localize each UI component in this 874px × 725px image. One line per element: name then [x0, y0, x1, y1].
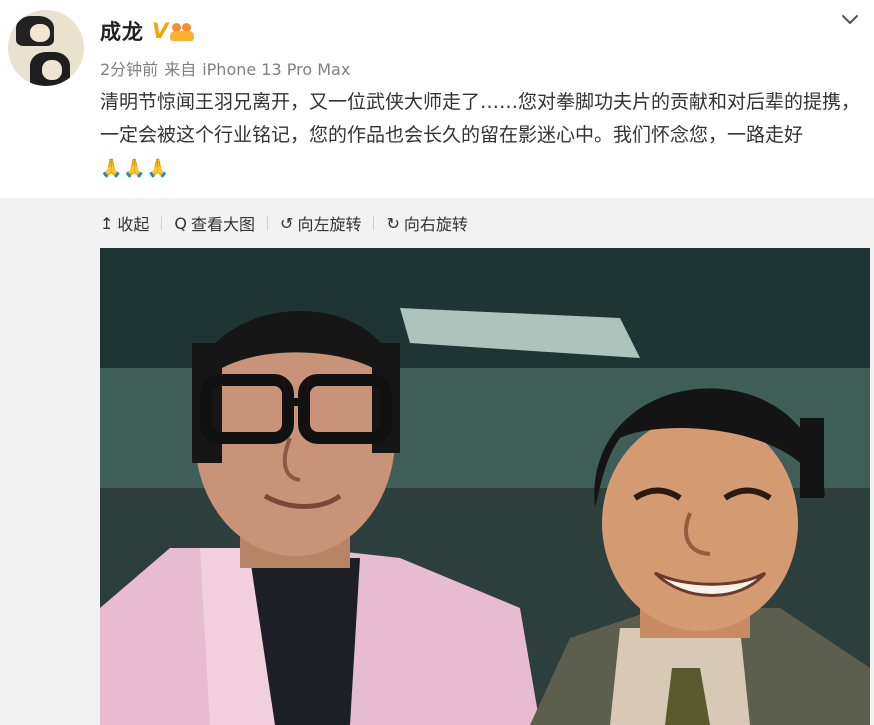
avatar[interactable]: [8, 10, 84, 86]
toolbar-divider: [161, 216, 163, 230]
toolbar-divider: [267, 216, 269, 230]
post-time[interactable]: 2分钟前: [100, 60, 158, 79]
post-text-body: 清明节惊闻王羽兄离开，又一位武侠大师走了……您对拳脚功夫片的贡献和对后辈的提携，…: [100, 91, 861, 146]
toolbar-divider: [373, 216, 375, 230]
rotate-right-label: 向右旋转: [403, 215, 468, 234]
post-device: iPhone 13 Pro Max: [202, 60, 351, 79]
rotate-left-label: 向左旋转: [297, 215, 362, 234]
collapse-icon: ↥: [100, 213, 114, 233]
media-toolbar: ↥ 收起 Q 查看大图 ↺ 向左旋转 ↻ 向右旋转: [100, 210, 468, 236]
rotate-left-icon: ↺: [280, 213, 294, 233]
rotate-right-icon: ↻: [386, 213, 400, 233]
search-icon: Q: [174, 213, 188, 233]
member-icon: [170, 20, 195, 42]
avatar-face-top: [30, 24, 50, 42]
pray-emoji-icon: 🙏🙏🙏: [100, 158, 171, 179]
author-row: 成龙 V: [100, 14, 195, 48]
post-meta: 2分钟前 来自 iPhone 13 Pro Max: [100, 56, 356, 80]
collapse-button[interactable]: ↥ 收起: [100, 211, 149, 235]
post-source-prefix: 来自: [164, 60, 197, 79]
verified-badge-icon: V: [152, 19, 169, 43]
chevron-down-icon[interactable]: [838, 10, 862, 30]
view-large-label: 查看大图: [191, 215, 256, 234]
post-photo[interactable]: [100, 248, 870, 725]
view-large-button[interactable]: Q 查看大图: [174, 211, 255, 235]
weibo-post: 成龙 V 2分钟前 来自 iPhone 13 Pro Max 清明节惊闻王羽兄离开，…: [0, 0, 874, 725]
rotate-left-button[interactable]: ↺ 向左旋转: [280, 211, 361, 235]
collapse-label: 收起: [117, 215, 150, 234]
author-name[interactable]: 成龙: [100, 16, 144, 46]
rotate-right-button[interactable]: ↻ 向右旋转: [386, 211, 467, 235]
avatar-face-bottom: [42, 60, 62, 80]
post-text: 清明节惊闻王羽兄离开，又一位武侠大师走了……您对拳脚功夫片的贡献和对后辈的提携，…: [100, 86, 860, 185]
